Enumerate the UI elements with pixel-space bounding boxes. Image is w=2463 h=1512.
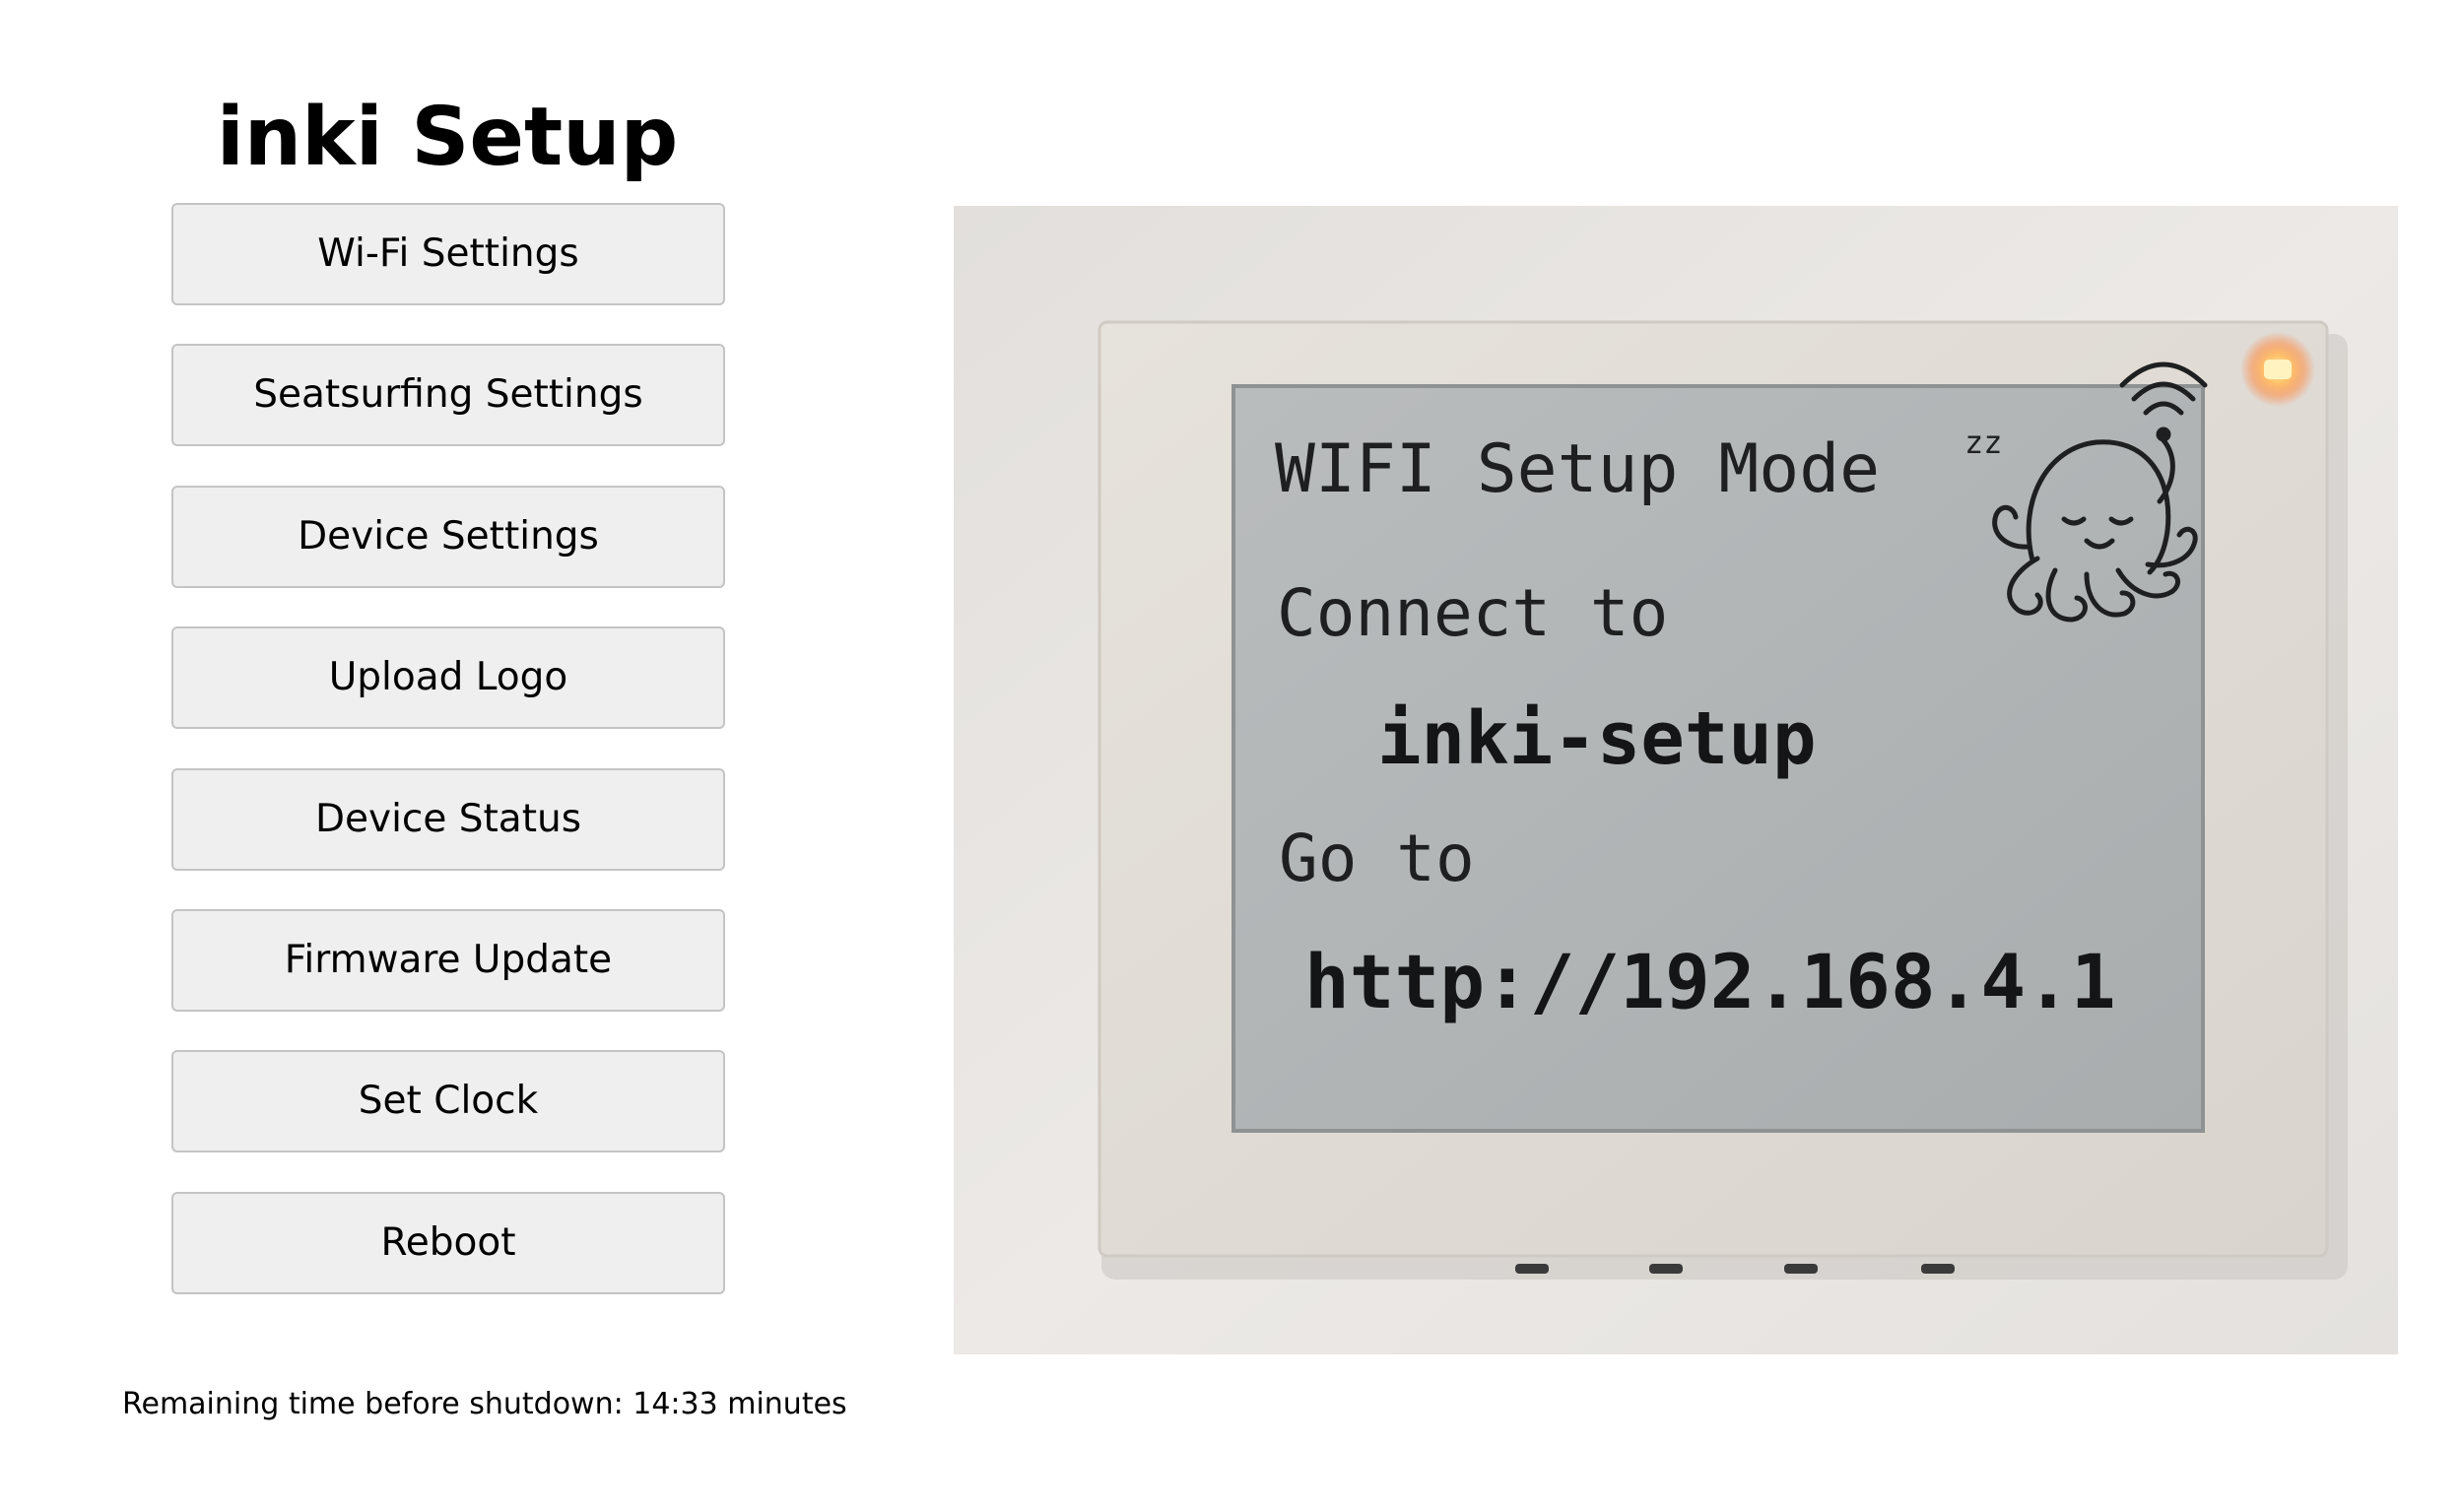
page-title: inki Setup: [216, 90, 679, 184]
seatsurfing-settings-button[interactable]: Seatsurfing Settings: [171, 344, 725, 447]
status-led: [2264, 360, 2292, 379]
screen-mode-text: WIFI Setup Mode: [1275, 430, 1880, 508]
firmware-update-button[interactable]: Firmware Update: [171, 908, 725, 1012]
device-settings-button[interactable]: Device Settings: [171, 485, 725, 588]
device-photo: WIFI Setup Mode Connect to inki-setup Go…: [954, 206, 2398, 1354]
reboot-button[interactable]: Reboot: [171, 1191, 725, 1294]
screen-ssid-text: inki-setup: [1377, 696, 1817, 781]
device-photo-illustration: WIFI Setup Mode Connect to inki-setup Go…: [954, 206, 2398, 1354]
device-status-button[interactable]: Device Status: [171, 767, 725, 871]
upload-logo-button[interactable]: Upload Logo: [171, 626, 725, 730]
settings-menu: Wi-Fi Settings Seatsurfing Settings Devi…: [171, 203, 725, 1333]
screen-connect-text: Connect to: [1277, 575, 1668, 651]
setup-page: inki Setup Wi-Fi Settings Seatsurfing Se…: [0, 0, 2463, 1512]
screen-url-text: http://192.168.4.1: [1304, 938, 2116, 1025]
sleep-zz-text: zz: [1964, 424, 2003, 461]
set-clock-button[interactable]: Set Clock: [171, 1050, 725, 1153]
wifi-settings-button[interactable]: Wi-Fi Settings: [171, 203, 725, 305]
shutdown-timer-text: Remaining time before shutdown: 14:33 mi…: [122, 1387, 847, 1421]
screen-goto-text: Go to: [1279, 821, 1475, 896]
